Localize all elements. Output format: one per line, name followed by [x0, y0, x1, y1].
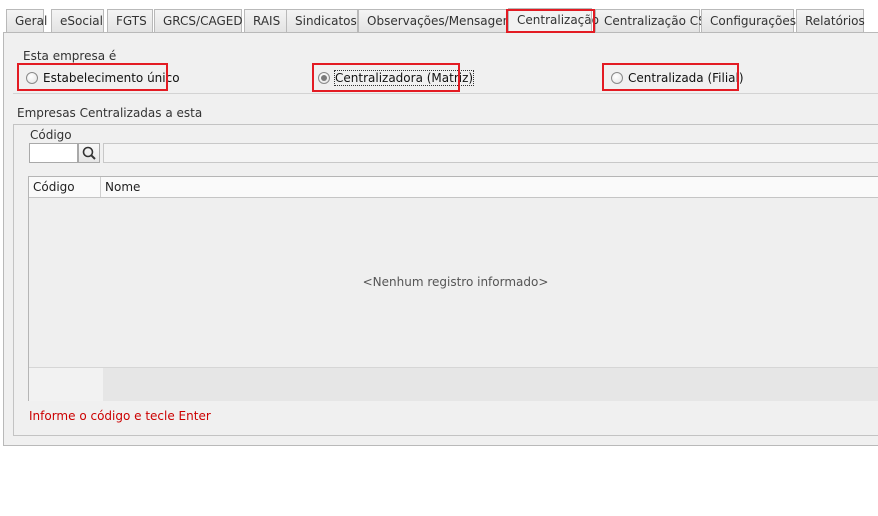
codigo-input[interactable] — [29, 143, 78, 163]
divider — [13, 93, 878, 94]
tab-sindicatos[interactable]: Sindicatos — [286, 9, 358, 32]
grid-footer — [29, 367, 878, 401]
radio-estabelecimento-unico[interactable]: Estabelecimento único — [26, 71, 180, 85]
tab-centralizacao[interactable]: Centralização — [508, 8, 599, 33]
tab-rais[interactable]: RAIS — [244, 9, 288, 32]
radio-centralizadora-matriz[interactable]: Centralizadora (Matriz) — [318, 70, 475, 86]
tab-centralizacao-cs[interactable]: Centralização CS — [595, 9, 706, 32]
radio-label: Centralizada (Filial) — [628, 71, 744, 85]
grid-footer-cell — [29, 368, 103, 401]
empty-grid-message: <Nenhum registro informado> — [362, 275, 549, 289]
radio-label: Estabelecimento único — [43, 71, 180, 85]
centralizadas-grid[interactable]: Código Nome <Nenhum registro informado> — [28, 176, 878, 401]
nome-display-field — [103, 143, 878, 163]
radio-circle-checked-icon[interactable] — [318, 72, 330, 84]
tab-geral[interactable]: Geral — [6, 9, 47, 32]
search-button[interactable] — [78, 143, 100, 163]
empresa-tipo-label: Esta empresa é — [23, 49, 117, 63]
column-header-nome[interactable]: Nome — [101, 177, 878, 197]
tab-configuracoes[interactable]: Configurações — [701, 9, 796, 32]
column-header-codigo[interactable]: Código — [29, 177, 101, 197]
radio-circle-icon[interactable] — [611, 72, 623, 84]
tab-fgts[interactable]: FGTS — [107, 9, 153, 32]
codigo-label: Código — [30, 128, 72, 142]
radio-centralizada-filial[interactable]: Centralizada (Filial) — [611, 71, 744, 85]
tab-observacoes-mensagens[interactable]: Observações/Mensagens — [358, 9, 517, 32]
search-icon — [82, 146, 96, 160]
radio-label: Centralizadora (Matriz) — [333, 70, 475, 86]
centralizadas-group-label: Empresas Centralizadas a esta — [17, 106, 203, 120]
hint-message: Informe o código e tecle Enter — [29, 409, 211, 423]
tab-relatorios[interactable]: Relatórios — [796, 9, 865, 32]
tab-esocial[interactable]: eSocial — [51, 9, 104, 32]
grid-header: Código Nome — [29, 177, 878, 198]
tab-grcs-caged[interactable]: GRCS/CAGED — [154, 9, 243, 32]
radio-circle-icon[interactable] — [26, 72, 38, 84]
